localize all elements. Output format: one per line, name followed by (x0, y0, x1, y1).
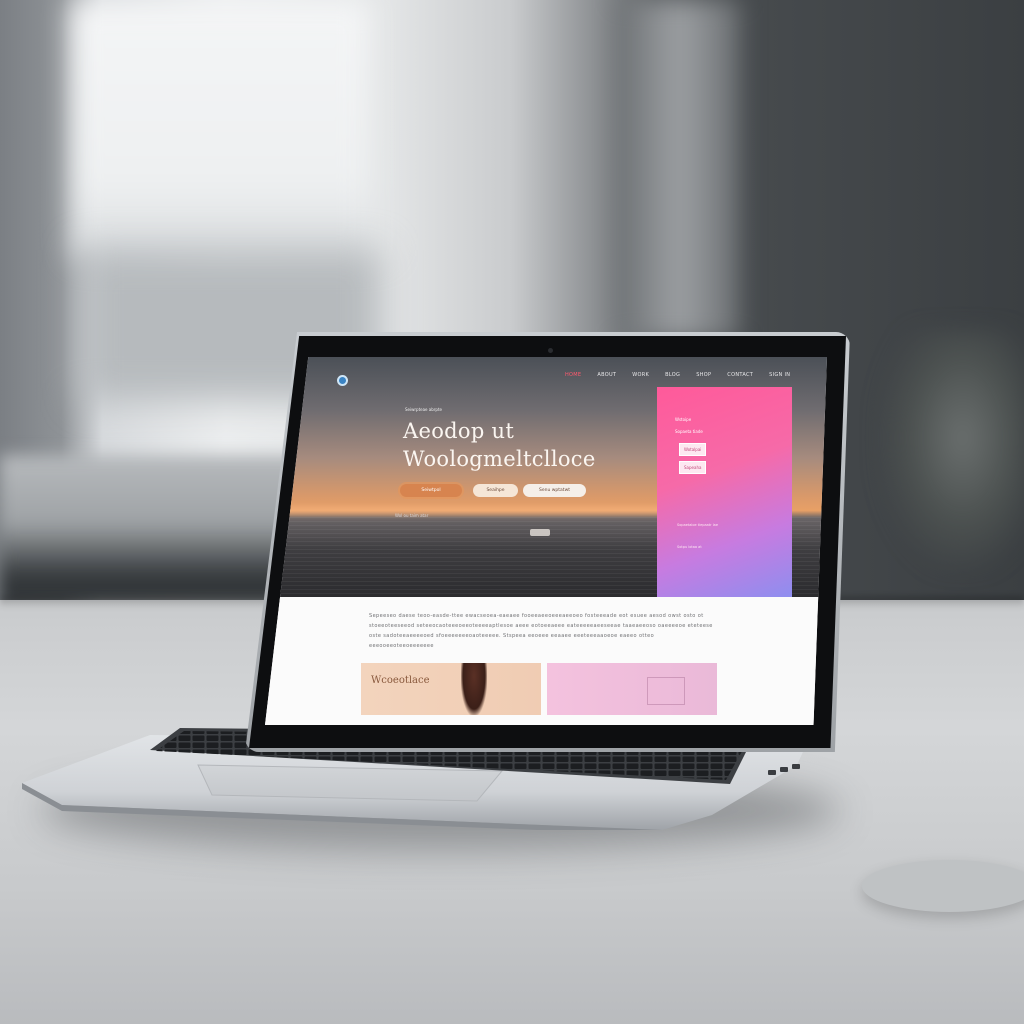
usb-port (780, 767, 788, 772)
nav-item-sign-in[interactable]: SIGN IN (769, 372, 790, 378)
boat (530, 529, 550, 536)
coaster (862, 860, 1024, 912)
windowsill (0, 455, 300, 605)
content-card[interactable]: Wcoeotlace (361, 663, 541, 715)
hero-eyebrow: Seiwrpteae abrpte (405, 407, 442, 412)
usb-port (768, 770, 776, 775)
hero-section: HOME ABOUT WORK BLOG SHOP CONTACT SIGN I… (265, 357, 827, 601)
card-title: Wcoeotlace (371, 675, 430, 686)
hero-caption: Wol ou taim atar (395, 513, 429, 518)
nav-item-shop[interactable]: SHOP (696, 372, 711, 378)
nav-item-work[interactable]: WORK (632, 372, 649, 378)
nav-item-about[interactable]: ABOUT (597, 372, 616, 378)
panel-button-1[interactable]: Wotalpai (679, 443, 707, 456)
nav-item-contact[interactable]: CONTACT (727, 372, 753, 378)
card-photo (461, 663, 487, 715)
signup-panel: Wstoipe Sopaeta tiade Wotalpai Sapeaha S… (657, 387, 792, 601)
panel-note: Sotpu lotaa at (677, 545, 702, 549)
nav-item-blog[interactable]: BLOG (665, 372, 680, 378)
laptop-screen-website: HOME ABOUT WORK BLOG SHOP CONTACT SIGN I… (265, 357, 827, 725)
panel-note: Sopaetaloe tiepaatr lae (677, 523, 718, 527)
panel-link[interactable]: Sopaeta tiade (675, 429, 703, 434)
panel-button-2[interactable]: Sapeaha (679, 461, 707, 474)
window-frame-post (620, 0, 740, 340)
panel-label: Wstoipe (675, 417, 692, 422)
window-light (70, 0, 370, 260)
hero-headline: Aeodop ut Woologmeltclloce (403, 417, 596, 473)
content-section: Sepeeseo daese teoo-easde-ttee ewacseoea… (265, 597, 827, 725)
blurred-plant (880, 330, 1024, 570)
content-card[interactable] (547, 663, 717, 715)
hero-primary-button[interactable]: Seiwtpol (400, 484, 462, 497)
nav-item-home[interactable]: HOME (565, 372, 581, 378)
webcam (548, 348, 553, 353)
hero-secondary-button[interactable]: Seaihpe (473, 484, 518, 497)
card-illustration (647, 677, 685, 705)
brand-logo-icon[interactable] (337, 375, 348, 386)
main-nav: HOME ABOUT WORK BLOG SHOP CONTACT SIGN I… (565, 372, 790, 378)
body-paragraph: Sepeeseo daese teoo-easde-ttee ewacseoea… (369, 613, 713, 649)
hero-headline-line-2: Woologmeltclloce (403, 447, 596, 471)
hero-tertiary-button[interactable]: Senu wptatwt (523, 484, 586, 497)
headphone-port (792, 764, 800, 769)
hero-headline-line-1: Aeodop ut (403, 419, 515, 443)
